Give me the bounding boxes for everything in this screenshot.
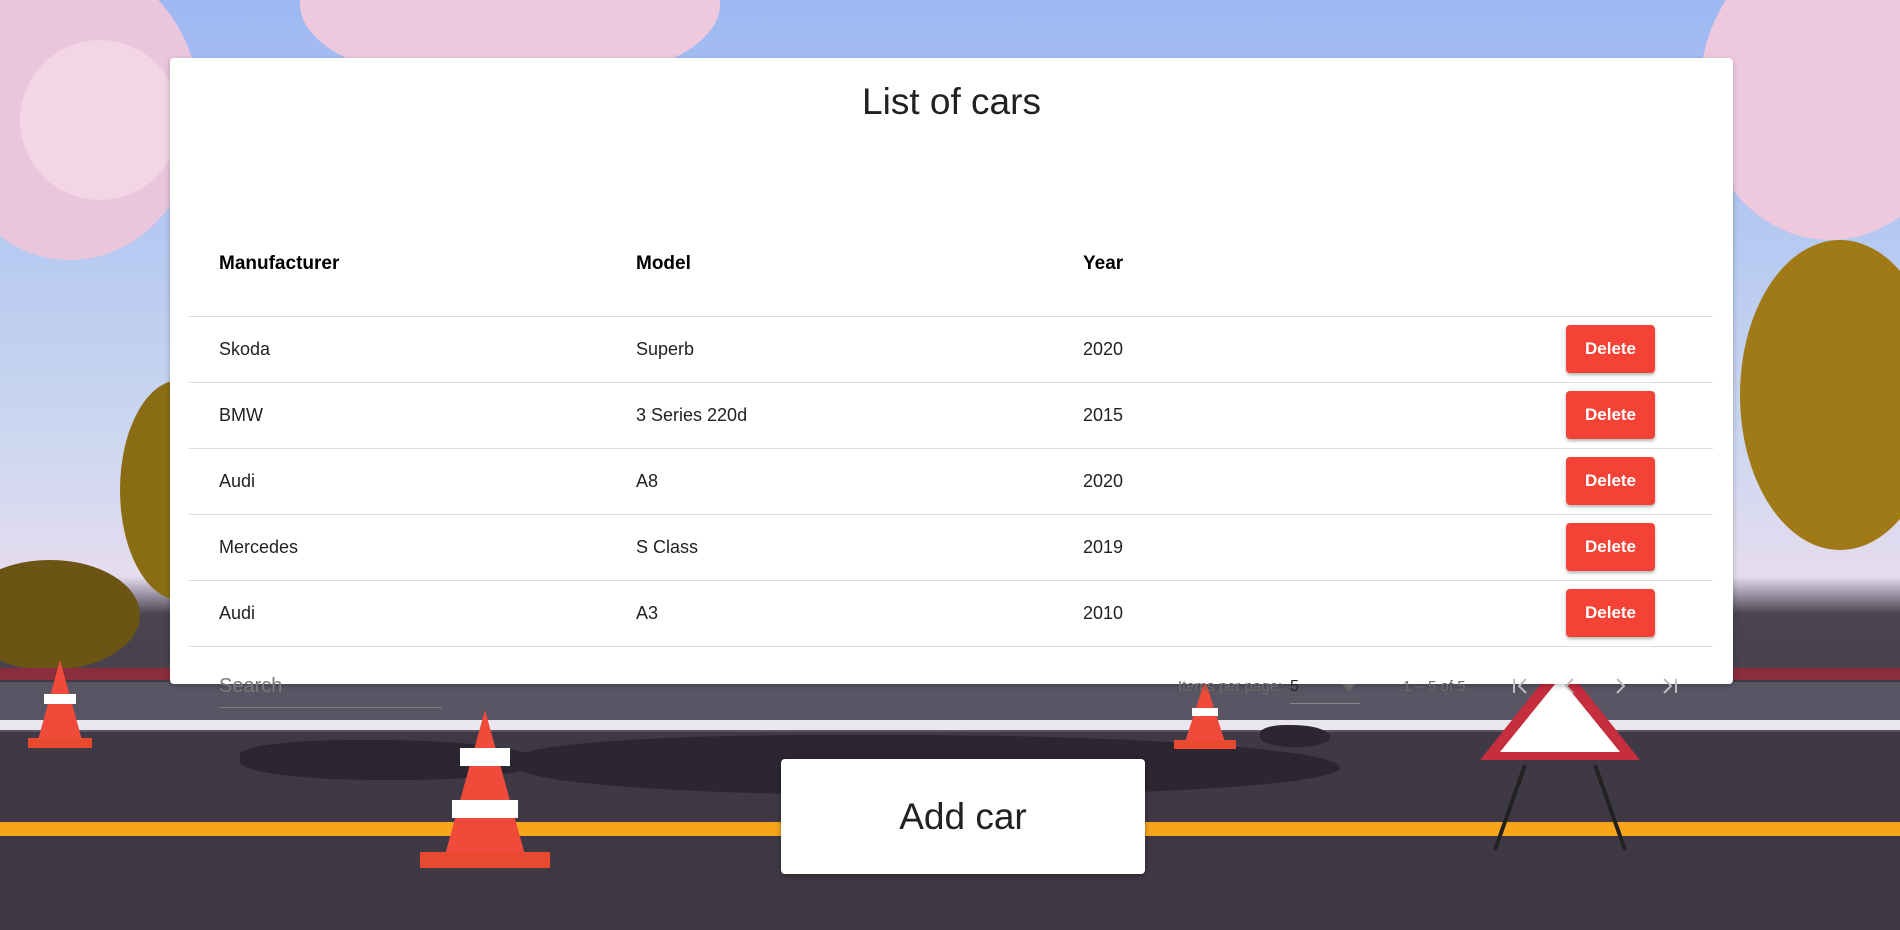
cell-manufacturer: Audi [189, 448, 636, 515]
cell-manufacturer: BMW [189, 382, 636, 449]
column-header-model[interactable]: Model [636, 198, 1083, 317]
items-per-page-select[interactable]: 5 [1290, 672, 1360, 704]
delete-button[interactable]: Delete [1566, 391, 1655, 439]
cell-model: A8 [636, 448, 1083, 515]
cars-table: Manufacturer Model Year Skoda Superb 202… [189, 198, 1713, 647]
column-header-year[interactable]: Year [1083, 198, 1513, 317]
chevron-right-icon [1616, 678, 1626, 694]
pagination-range: 1 – 5 of 5 [1403, 678, 1466, 695]
add-car-button[interactable]: Add car [781, 759, 1145, 874]
chevron-left-icon [1564, 678, 1574, 694]
traffic-cone-icon [28, 660, 92, 748]
last-page-button[interactable] [1650, 666, 1690, 706]
cell-manufacturer: Mercedes [189, 514, 636, 581]
first-page-button[interactable] [1500, 666, 1540, 706]
last-page-icon [1663, 678, 1677, 694]
cell-year: 2020 [1083, 316, 1513, 383]
cell-actions: Delete [1513, 514, 1713, 581]
cars-card: List of cars Manufacturer Model Year Sko… [170, 58, 1733, 708]
delete-button[interactable]: Delete [1566, 523, 1655, 571]
delete-button[interactable]: Delete [1566, 457, 1655, 505]
column-header-actions [1513, 198, 1713, 317]
next-page-button[interactable] [1600, 666, 1640, 706]
table-row: BMW 3 Series 220d 2015 Delete [189, 382, 1713, 449]
page-title: List of cars [862, 81, 1041, 122]
search-input[interactable] [219, 648, 442, 708]
delete-button[interactable]: Delete [1566, 325, 1655, 373]
column-header-manufacturer[interactable]: Manufacturer [189, 198, 636, 317]
cell-year: 2020 [1083, 448, 1513, 515]
cell-model: A3 [636, 580, 1083, 647]
items-per-page-value: 5 [1290, 678, 1299, 695]
table-row: Audi A3 2010 Delete [189, 580, 1713, 647]
cell-year: 2010 [1083, 580, 1513, 647]
cell-model: 3 Series 220d [636, 382, 1083, 449]
first-page-icon [1513, 678, 1527, 694]
delete-button[interactable]: Delete [1566, 589, 1655, 637]
cell-model: S Class [636, 514, 1083, 581]
cell-actions: Delete [1513, 316, 1713, 383]
table-row: Mercedes S Class 2019 Delete [189, 514, 1713, 581]
cell-model: Superb [636, 316, 1083, 383]
cell-actions: Delete [1513, 448, 1713, 515]
chevron-down-icon [1342, 684, 1356, 691]
items-per-page-label: Items per page: [1178, 678, 1283, 695]
cell-year: 2019 [1083, 514, 1513, 581]
table-row: Skoda Superb 2020 Delete [189, 316, 1713, 383]
cell-actions: Delete [1513, 382, 1713, 449]
cell-actions: Delete [1513, 580, 1713, 647]
traffic-cone-icon [420, 710, 550, 868]
cell-year: 2015 [1083, 382, 1513, 449]
table-row: Audi A8 2020 Delete [189, 448, 1713, 515]
cell-manufacturer: Audi [189, 580, 636, 647]
table-footer: Items per page: 5 1 – 5 of 5 [170, 648, 1733, 708]
table-header-row: Manufacturer Model Year [189, 198, 1713, 317]
previous-page-button[interactable] [1550, 666, 1590, 706]
cell-manufacturer: Skoda [189, 316, 636, 383]
